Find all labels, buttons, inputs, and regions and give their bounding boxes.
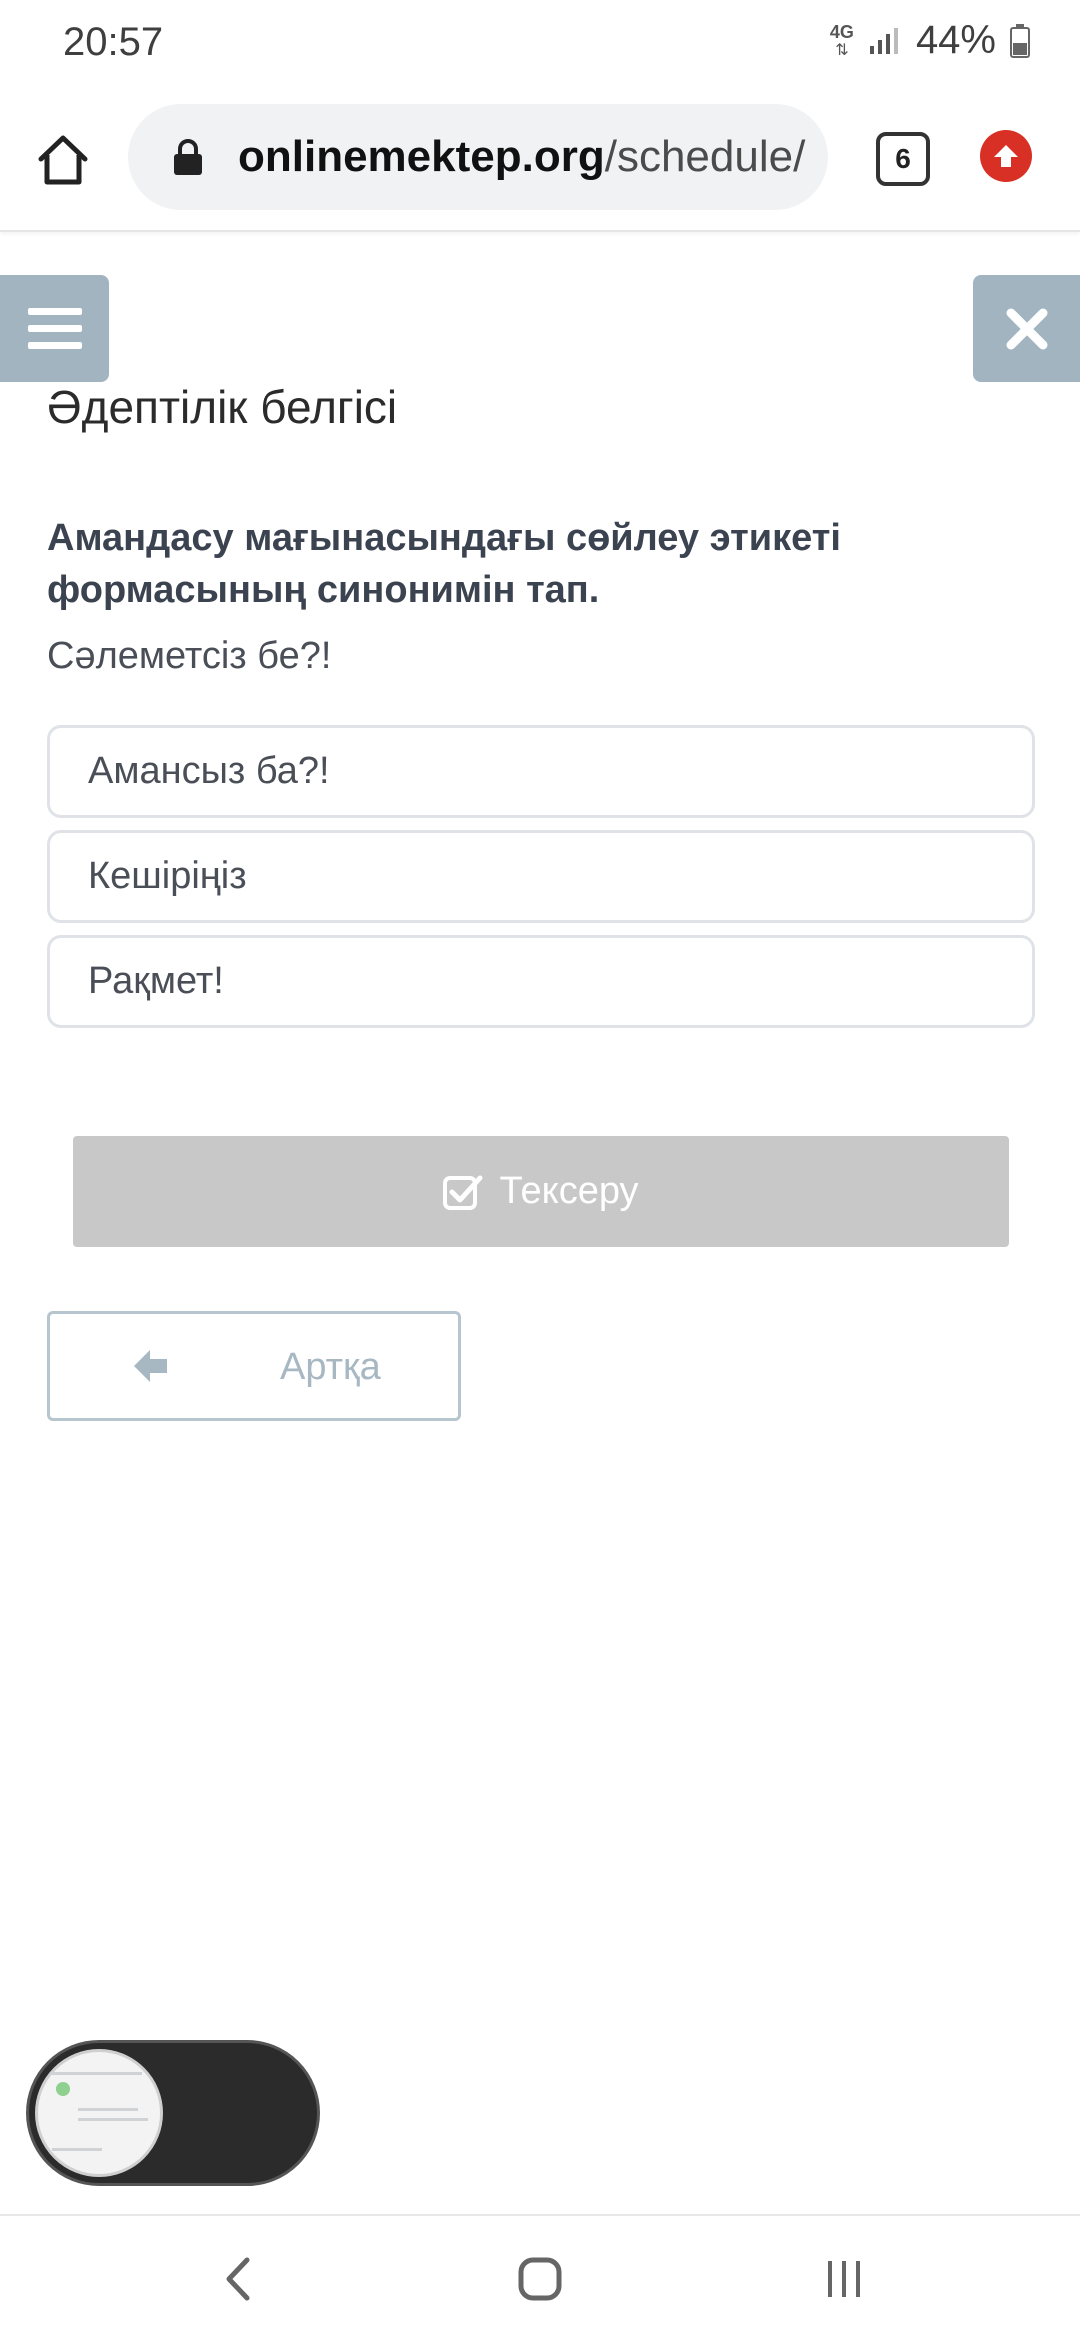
network-indicator: 4G ⇅ <box>830 23 854 59</box>
question-text: Амандасу мағынасындағы сөйлеу этикеті фо… <box>47 517 841 611</box>
hamburger-icon <box>27 307 82 349</box>
nav-back-button[interactable] <box>208 2249 268 2309</box>
thumbnail-dot <box>56 2082 70 2096</box>
chevron-left-icon <box>226 2257 250 2301</box>
tab-count: 6 <box>895 143 911 174</box>
nav-home-button[interactable] <box>510 2249 570 2309</box>
status-time: 20:57 <box>63 20 164 64</box>
update-icon <box>994 145 1018 167</box>
home-square-icon <box>518 2257 562 2301</box>
back-button-label: Артқа <box>280 1346 381 1388</box>
answer-options: Амансыз ба?! Кешіріңіз Рақмет! <box>47 725 1035 1040</box>
data-arrows-icon: ⇅ <box>835 41 849 59</box>
battery-level: 44% <box>915 18 996 62</box>
arrow-left-icon <box>134 1350 167 1382</box>
answer-option-label: Амансыз ба?! <box>88 750 330 792</box>
floating-window-thumbnail[interactable] <box>35 2049 163 2177</box>
close-icon <box>1006 308 1047 349</box>
answer-option[interactable]: Кешіріңіз <box>47 830 1035 923</box>
update-button[interactable] <box>980 130 1032 182</box>
menu-button[interactable] <box>0 275 109 382</box>
signal-icon <box>869 27 898 54</box>
thumbnail-line <box>78 2108 138 2111</box>
recents-icon <box>828 2261 860 2297</box>
network-type: 4G <box>829 21 854 42</box>
checkbox-checked-icon <box>443 1175 483 1210</box>
status-indicators: 4G ⇅ 44% <box>830 18 1030 63</box>
answer-option-label: Кешіріңіз <box>88 855 247 897</box>
url-path: /schedule/ <box>604 132 806 181</box>
nav-recents-button[interactable] <box>814 2249 874 2309</box>
tab-switcher-button[interactable]: 6 <box>876 132 930 186</box>
thumbnail-line <box>52 2072 142 2075</box>
home-icon <box>38 135 88 185</box>
answer-option[interactable]: Рақмет! <box>47 935 1035 1028</box>
floating-window-toggle[interactable] <box>26 2040 320 2186</box>
address-bar[interactable]: onlinemektep.org/schedule/ <box>128 104 828 210</box>
check-button-label: Тексеру <box>499 1170 639 1212</box>
thumbnail-line <box>78 2118 148 2121</box>
status-bar: 20:57 4G ⇅ 44% <box>0 0 1080 90</box>
page-title: Әдептілік белгісі <box>47 381 398 433</box>
prompt-text: Сәлеметсіз бе?! <box>47 635 332 677</box>
answer-option-label: Рақмет! <box>88 960 224 1002</box>
answer-option[interactable]: Амансыз ба?! <box>47 725 1035 818</box>
url-text: onlinemektep.org/schedule/ <box>238 132 805 182</box>
system-nav-bar <box>0 2214 1080 2342</box>
home-button[interactable] <box>33 130 93 190</box>
thumbnail-line <box>52 2148 102 2151</box>
lock-icon <box>174 139 202 175</box>
url-host: onlinemektep.org <box>238 132 605 181</box>
battery-icon <box>1010 23 1030 58</box>
close-button[interactable] <box>973 275 1080 382</box>
back-button[interactable]: Артқа <box>47 1311 461 1421</box>
check-button[interactable]: Тексеру <box>73 1136 1009 1247</box>
browser-toolbar: onlinemektep.org/schedule/ 6 <box>0 90 1080 232</box>
